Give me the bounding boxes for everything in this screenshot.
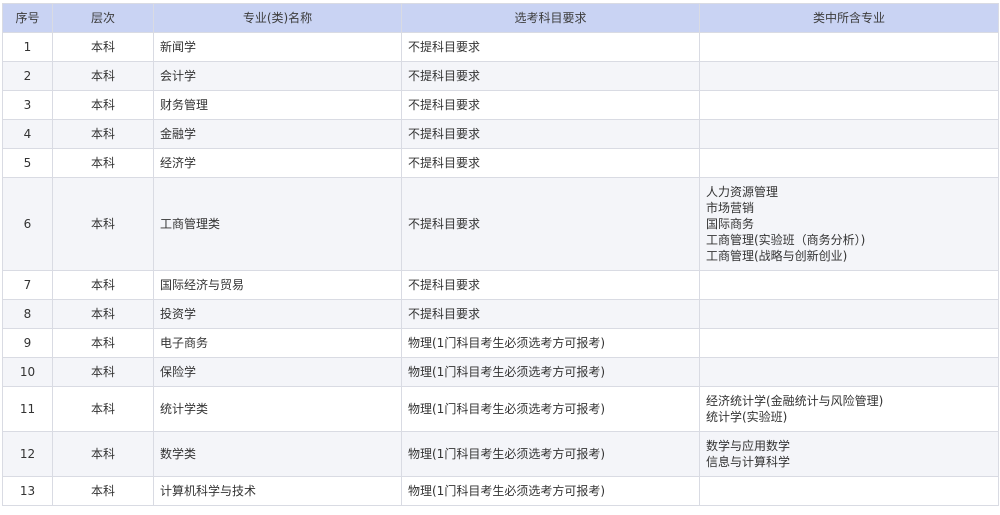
row-index: 1	[2, 32, 53, 62]
table-row: 8 本科 投资学 不提科目要求	[2, 299, 999, 329]
row-major-name: 统计学类	[153, 386, 402, 432]
row-major-name: 电子商务	[153, 328, 402, 358]
row-major-name: 会计学	[153, 61, 402, 91]
included-major-item: 经济统计学(金融统计与风险管理)	[706, 394, 884, 408]
row-subject-requirement: 不提科目要求	[401, 148, 700, 178]
row-subject-requirement: 不提科目要求	[401, 270, 700, 300]
header-level: 层次	[52, 3, 154, 33]
table-row: 12 本科 数学类 物理(1门科目考生必须选考方可报考) 数学与应用数学 信息与计算科学	[2, 431, 999, 477]
row-index: 5	[2, 148, 53, 178]
majors-table: 序号 层次 专业(类)名称 选考科目要求 类中所含专业 1 本科 新闻学 不提科目要求…	[2, 3, 999, 506]
header-major-name: 专业(类)名称	[153, 3, 402, 33]
row-level: 本科	[52, 90, 154, 120]
header-subject-requirement: 选考科目要求	[401, 3, 700, 33]
table-row: 13 本科 计算机科学与技术 物理(1门科目考生必须选考方可报考)	[2, 476, 999, 506]
row-included-majors	[699, 299, 999, 329]
included-major-item: 数学与应用数学	[706, 439, 791, 453]
row-major-name: 金融学	[153, 119, 402, 149]
included-major-item: 统计学(实验班)	[706, 410, 788, 424]
row-level: 本科	[52, 386, 154, 432]
included-major-item: 工商管理(实验班（商务分析）)	[706, 233, 866, 247]
included-major-item: 国际商务	[706, 217, 755, 231]
table-row: 4 本科 金融学 不提科目要求	[2, 119, 999, 149]
row-major-name: 新闻学	[153, 32, 402, 62]
row-index: 11	[2, 386, 53, 432]
row-included-majors: 人力资源管理 市场营销国际商务工商管理(实验班（商务分析）) 工商管理(战略与创新创…	[699, 177, 999, 271]
table-row: 11 本科 统计学类 物理(1门科目考生必须选考方可报考) 经济统计学(金融统计与风险管…	[2, 386, 999, 432]
page: 序号 层次 专业(类)名称 选考科目要求 类中所含专业 1 本科 新闻学 不提科目要求…	[0, 0, 1000, 515]
row-index: 8	[2, 299, 53, 329]
row-subject-requirement: 不提科目要求	[401, 90, 700, 120]
row-major-name: 投资学	[153, 299, 402, 329]
row-level: 本科	[52, 357, 154, 387]
row-included-majors: 数学与应用数学 信息与计算科学	[699, 431, 999, 477]
row-included-majors	[699, 61, 999, 91]
row-subject-requirement: 物理(1门科目考生必须选考方可报考)	[401, 476, 700, 506]
included-major-item: 信息与计算科学	[706, 455, 791, 469]
row-index: 6	[2, 177, 53, 271]
row-major-name: 经济学	[153, 148, 402, 178]
row-subject-requirement: 不提科目要求	[401, 299, 700, 329]
row-included-majors: 经济统计学(金融统计与风险管理) 统计学(实验班)	[699, 386, 999, 432]
row-subject-requirement: 物理(1门科目考生必须选考方可报考)	[401, 357, 700, 387]
row-included-majors	[699, 32, 999, 62]
row-major-name: 数学类	[153, 431, 402, 477]
row-subject-requirement: 物理(1门科目考生必须选考方可报考)	[401, 431, 700, 477]
row-major-name: 国际经济与贸易	[153, 270, 402, 300]
row-level: 本科	[52, 148, 154, 178]
table-row: 7 本科 国际经济与贸易 不提科目要求	[2, 270, 999, 300]
row-subject-requirement: 物理(1门科目考生必须选考方可报考)	[401, 328, 700, 358]
row-included-majors	[699, 270, 999, 300]
table-row: 2 本科 会计学 不提科目要求	[2, 61, 999, 91]
row-level: 本科	[52, 177, 154, 271]
row-included-majors	[699, 357, 999, 387]
table-row: 5 本科 经济学 不提科目要求	[2, 148, 999, 178]
row-included-majors	[699, 90, 999, 120]
row-level: 本科	[52, 270, 154, 300]
row-level: 本科	[52, 119, 154, 149]
row-index: 4	[2, 119, 53, 149]
row-major-name: 计算机科学与技术	[153, 476, 402, 506]
table-row: 6 本科 工商管理类 不提科目要求 人力资源管理 市场营销国际商务工商管理(实验班（商务分…	[2, 177, 999, 271]
row-subject-requirement: 不提科目要求	[401, 61, 700, 91]
table-row: 3 本科 财务管理 不提科目要求	[2, 90, 999, 120]
row-index: 9	[2, 328, 53, 358]
row-index: 2	[2, 61, 53, 91]
header-included-majors: 类中所含专业	[699, 3, 999, 33]
row-subject-requirement: 不提科目要求	[401, 177, 700, 271]
row-level: 本科	[52, 61, 154, 91]
row-major-name: 工商管理类	[153, 177, 402, 271]
row-major-name: 财务管理	[153, 90, 402, 120]
table-row: 10 本科 保险学 物理(1门科目考生必须选考方可报考)	[2, 357, 999, 387]
row-included-majors	[699, 476, 999, 506]
row-subject-requirement: 物理(1门科目考生必须选考方可报考)	[401, 386, 700, 432]
table-body: 1 本科 新闻学 不提科目要求 2 本科 会计学 不提科目要求 3 本科 财务管理 不提科目要求 4 本科…	[2, 32, 999, 506]
row-level: 本科	[52, 328, 154, 358]
included-major-item: 人力资源管理	[706, 185, 779, 199]
row-level: 本科	[52, 32, 154, 62]
table-row: 1 本科 新闻学 不提科目要求	[2, 32, 999, 62]
included-major-item: 市场营销	[706, 201, 755, 215]
row-index: 13	[2, 476, 53, 506]
row-level: 本科	[52, 476, 154, 506]
row-index: 7	[2, 270, 53, 300]
row-included-majors	[699, 148, 999, 178]
row-subject-requirement: 不提科目要求	[401, 32, 700, 62]
row-level: 本科	[52, 299, 154, 329]
row-subject-requirement: 不提科目要求	[401, 119, 700, 149]
included-major-item: 工商管理(战略与创新创业)	[706, 249, 848, 263]
row-index: 12	[2, 431, 53, 477]
row-index: 3	[2, 90, 53, 120]
table-row: 9 本科 电子商务 物理(1门科目考生必须选考方可报考)	[2, 328, 999, 358]
header-index: 序号	[2, 3, 53, 33]
row-major-name: 保险学	[153, 357, 402, 387]
row-level: 本科	[52, 431, 154, 477]
row-index: 10	[2, 357, 53, 387]
table-header-row: 序号 层次 专业(类)名称 选考科目要求 类中所含专业	[2, 3, 999, 33]
row-included-majors	[699, 119, 999, 149]
row-included-majors	[699, 328, 999, 358]
